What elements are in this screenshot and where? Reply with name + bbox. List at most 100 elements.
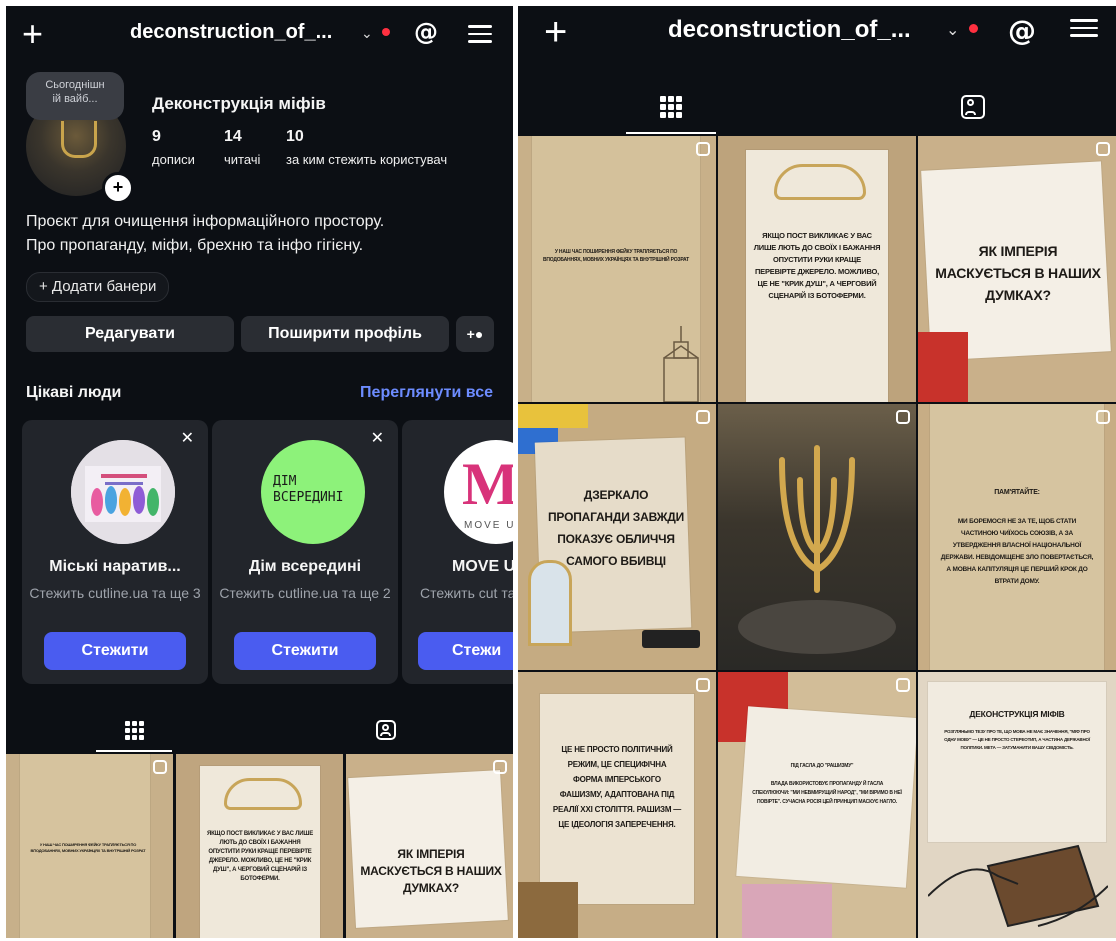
post-thumbnail[interactable]: У наш час поширення фейку трапляється по…	[6, 754, 173, 938]
grid-icon	[124, 720, 144, 740]
suggestion-avatar-art	[71, 440, 175, 544]
post-thumbnail[interactable]: Дзеркало пропаганди завжди показує облич…	[518, 404, 716, 670]
post-thumbnail[interactable]: Деконструкція міфів Розгляньмо тезу про …	[918, 672, 1116, 938]
post-thumbnail[interactable]: Як імперія маскується в наших думках?	[918, 136, 1116, 402]
hands-book-illustration	[928, 844, 1108, 928]
add-story-icon[interactable]: +	[102, 172, 134, 204]
suggestion-avatar[interactable]: M MOVE U	[444, 440, 513, 544]
stat-following[interactable]: 10 за ким стежить користувач	[286, 128, 447, 167]
post-text: Це не просто політичний режим, це специф…	[552, 745, 682, 829]
story-note-bubble[interactable]: Сьогоднішн ій вайб...	[26, 72, 124, 120]
suggestion-avatar[interactable]: ДІМ ВСЕРЕДИНІ	[261, 440, 365, 544]
post-thumbnail[interactable]: Як імперія маскується в наших думках?	[346, 754, 513, 938]
top-bar: + deconstruction_of_... ⌄ @	[6, 6, 513, 58]
notification-dot	[969, 24, 978, 33]
post-thumbnail[interactable]: У наш час поширення фейку трапляється по…	[518, 136, 716, 402]
church-illustration	[663, 326, 699, 402]
tagged-icon	[961, 95, 985, 119]
suggestion-name[interactable]: Міські наратив...	[22, 558, 208, 576]
stat-following-label: за ким стежить користувач	[286, 152, 448, 167]
threads-icon[interactable]: @	[1008, 14, 1036, 47]
share-profile-button[interactable]: Поширити профіль	[241, 316, 449, 352]
trident-emblem	[61, 121, 97, 158]
bio-line-2: Про пропаганду, міфи, брехню та інфо гіг…	[26, 237, 364, 254]
post-thumbnail[interactable]: Пам'ятайте: Ми боремося не за те, щоб ст…	[918, 404, 1116, 670]
chevron-down-icon[interactable]: ⌄	[361, 25, 373, 42]
chevron-down-icon[interactable]: ⌄	[946, 20, 959, 40]
create-icon[interactable]: +	[22, 16, 43, 52]
username-header[interactable]: deconstruction_of_...	[130, 21, 332, 44]
carousel-icon	[696, 678, 710, 692]
suggestion-card[interactable]: ✕ ДІМ ВСЕРЕДИНІ Дім всередині Стежить cu…	[212, 420, 398, 684]
suggestion-card[interactable]: M MOVE U MOVE U Стежить cut та ще Стежи	[402, 420, 513, 684]
tab-tagged[interactable]	[348, 708, 424, 752]
post-title: Під гасла до "Рашизму"	[790, 763, 854, 769]
tab-active-indicator	[626, 132, 716, 134]
post-thumbnail[interactable]: Це не просто політичний режим, це специф…	[518, 672, 716, 938]
mirror-illustration	[528, 560, 572, 646]
username-header[interactable]: deconstruction_of_...	[668, 16, 911, 44]
stat-posts[interactable]: 9 дописи	[152, 128, 195, 167]
post-title: Пам'ятайте:	[994, 489, 1040, 496]
suggestion-name[interactable]: Дім всередині	[212, 558, 398, 576]
close-icon[interactable]: ✕	[371, 428, 384, 448]
tab-tagged[interactable]	[928, 80, 1018, 134]
post-thumbnail[interactable]	[718, 404, 916, 670]
suggestion-avatar-text: ДІМ ВСЕРЕДИНІ	[273, 474, 344, 505]
carousel-icon	[493, 760, 507, 774]
carousel-icon	[696, 410, 710, 424]
stat-posts-count: 9	[152, 128, 161, 145]
suggestion-card[interactable]: ✕ Міські наратив... Стежить cutline.ua т…	[22, 420, 208, 684]
flower-decoration	[518, 404, 588, 428]
add-person-icon[interactable]: +●	[456, 316, 494, 352]
suggestion-avatar-sub: MOVE U	[464, 520, 513, 531]
tab-posts[interactable]	[626, 80, 716, 134]
follow-button[interactable]: Стежити	[44, 632, 186, 670]
see-all-link[interactable]: Переглянути все	[360, 384, 493, 402]
bio-line-1: Проєкт для очищення інформаційного прост…	[26, 213, 385, 230]
suggestion-avatar[interactable]	[71, 440, 175, 544]
follow-button[interactable]: Стежити	[234, 632, 376, 670]
gate-illustration	[742, 884, 832, 938]
menu-icon[interactable]	[1070, 14, 1098, 42]
create-icon[interactable]: +	[544, 12, 567, 52]
ground-illustration	[738, 600, 896, 654]
suggestion-subtitle: Стежить cut та ще	[420, 585, 513, 601]
carousel-icon	[1096, 142, 1110, 156]
carousel-icon	[153, 760, 167, 774]
notification-dot	[382, 28, 390, 36]
edit-profile-button[interactable]: Редагувати	[26, 316, 234, 352]
ornament-icon	[224, 778, 302, 810]
menu-icon[interactable]	[468, 20, 492, 48]
post-thumbnail[interactable]: Якщо пост викликає у вас лише лють до св…	[176, 754, 343, 938]
follow-button[interactable]: Стежи	[418, 632, 513, 670]
bio: Проєкт для очищення інформаційного прост…	[26, 210, 384, 258]
add-banners-button[interactable]: + Додати банери	[26, 272, 170, 302]
post-text: Якщо пост викликає у вас лише лють до св…	[753, 231, 881, 300]
carousel-icon	[1096, 410, 1110, 424]
stat-followers[interactable]: 14 читачі	[224, 128, 260, 167]
post-text: Дзеркало пропаганди завжди показує облич…	[548, 488, 684, 568]
profile-name: Деконструкція міфів	[152, 94, 326, 113]
post-thumbnail[interactable]: Під гасла до "Рашизму" Влада використову…	[718, 672, 916, 938]
post-thumbnail[interactable]: Якщо пост викликає у вас лише лють до св…	[718, 136, 916, 402]
carousel-icon	[896, 410, 910, 424]
wheat-decoration	[518, 882, 578, 938]
trident-icon	[779, 445, 855, 593]
grid-icon	[660, 96, 682, 118]
tagged-icon	[376, 720, 396, 740]
close-icon[interactable]: ✕	[181, 428, 194, 448]
threads-icon[interactable]: @	[414, 18, 438, 46]
post-text: Ми боремося не за те, щоб стати частиною…	[940, 518, 1094, 585]
suggestion-name[interactable]: MOVE U	[452, 558, 513, 576]
embroidery-decoration	[918, 332, 968, 402]
profile-tabs	[6, 708, 513, 752]
carousel-icon	[896, 678, 910, 692]
carousel-icon	[696, 142, 710, 156]
suggestions-title: Цікаві люди	[26, 384, 122, 401]
tab-posts[interactable]	[96, 708, 172, 752]
post-text: Якщо пост викликає у вас лише лють до св…	[206, 831, 314, 882]
right-screen: + deconstruction_of_... ⌄ @ У наш час по…	[518, 6, 1116, 938]
post-title: Деконструкція міфів	[969, 709, 1065, 719]
stat-followers-label: читачі	[224, 152, 261, 167]
